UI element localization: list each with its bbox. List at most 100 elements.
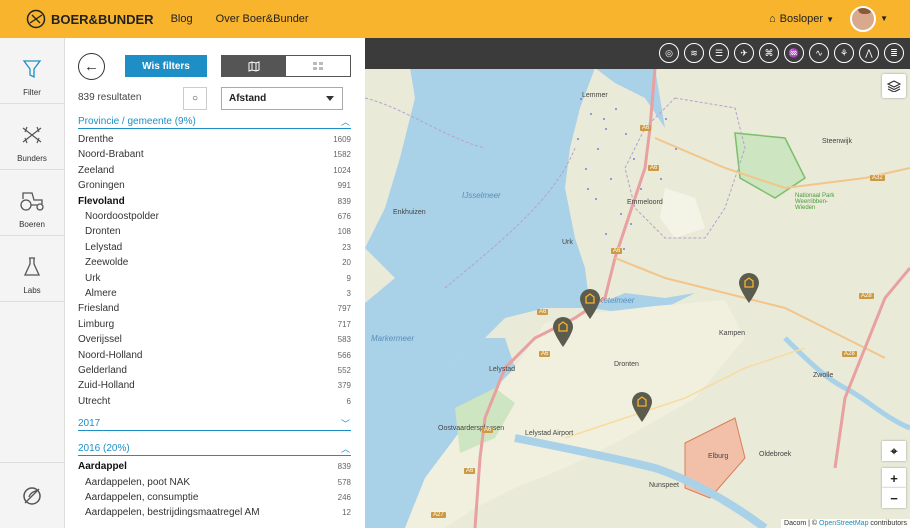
map-place-label: Lelystad Airport [525, 430, 574, 437]
map-view-button[interactable] [222, 56, 286, 76]
map[interactable]: ◎ ≋ ☰ ✈ ⌘ ♒ ∿ ⚘ ⋀ ≣ ⌖ + − Lemmer Steenwij… [365, 38, 910, 528]
back-button[interactable]: ← [78, 53, 105, 80]
map-place-label: IJsselmeer [462, 191, 501, 200]
layer-toggle-icon-8[interactable]: ⚘ [834, 43, 854, 63]
chevron-up-icon[interactable]: ︿ [341, 442, 350, 455]
map-place-label: Zwolle [813, 372, 834, 379]
filter-row[interactable]: Gelderland 552 [78, 365, 351, 380]
layer-toggle-icon-3[interactable]: ☰ [709, 43, 729, 63]
nav-boeren[interactable]: Boeren [0, 170, 64, 236]
filter-section-header[interactable]: 2017 ﹀ [78, 417, 351, 432]
map-place-label: Emmeloord [627, 199, 663, 206]
left-nav: Filter Bunders Boeren Labs [0, 38, 65, 528]
logo[interactable]: BOER&BUNDER [26, 9, 154, 29]
filter-row-count: 578 [337, 477, 351, 487]
filter-row-label: Drenthe [78, 134, 114, 145]
layer-toggle-icon-4[interactable]: ✈ [734, 43, 754, 63]
filter-row[interactable]: Noord-Holland 566 [78, 350, 351, 365]
user-name: Bosloper [779, 13, 824, 25]
layer-toggle-icon-1[interactable]: ◎ [659, 43, 679, 63]
filter-row[interactable]: Noord-Brabant 1582 [78, 149, 351, 164]
filter-row[interactable]: Zeewolde 20 [85, 257, 351, 272]
filter-row[interactable]: Flevoland 839 [78, 196, 351, 211]
filter-row[interactable]: Aardappel 839 [78, 461, 351, 476]
road-shield: A6 [648, 165, 660, 171]
filter-row-count: 9 [346, 273, 351, 283]
filter-row[interactable]: Friesland 797 [78, 303, 351, 318]
map-place-label: Ketelmeer [598, 296, 635, 305]
avatar[interactable] [850, 6, 876, 32]
filter-row[interactable]: Aardappelen, poot NAK 578 [85, 477, 351, 492]
grid-view-button[interactable] [286, 56, 350, 76]
nav-bottom[interactable] [0, 462, 64, 528]
nav-bunders-label: Bunders [17, 154, 47, 163]
layer-toggle-icon-10[interactable]: ≣ [884, 43, 904, 63]
filter-row-count: 23 [342, 242, 351, 252]
filter-row[interactable]: Drenthe 1609 [78, 134, 351, 149]
farm-marker-pin[interactable] [738, 272, 760, 304]
filter-row-label: Aardappelen, poot NAK [85, 476, 191, 488]
filter-row-label: Urk [85, 272, 101, 284]
user-menu[interactable]: ⌂ Bosloper ▼ ▼ [769, 6, 888, 32]
filter-row-count: 839 [337, 462, 351, 472]
filter-row[interactable]: Noordoostpolder 676 [85, 211, 351, 226]
filter-row[interactable]: Dronten 108 [85, 226, 351, 241]
filter-row-count: 246 [337, 493, 351, 502]
filter-section-header[interactable]: 2016 (20%) ︿ [78, 442, 351, 457]
filter-row[interactable]: Lelystad 23 [85, 242, 351, 257]
map-canvas[interactable] [365, 38, 910, 528]
sort-select[interactable]: Afstand [221, 87, 343, 110]
main-nav: Blog Over Boer&Bunder [154, 13, 309, 25]
map-place-label: Nationaal Park Weerribben-Wieden [795, 193, 835, 211]
filter-row-count: 1024 [333, 165, 351, 175]
farm-marker-pin[interactable] [631, 391, 653, 423]
filter-row-count: 20 [342, 258, 351, 268]
chevron-up-icon[interactable]: ︿ [341, 115, 350, 128]
filter-row[interactable]: Urk 9 [85, 273, 351, 288]
filter-row[interactable]: Zuid-Holland 379 [78, 380, 351, 395]
layer-toggle-icon-9[interactable]: ⋀ [859, 43, 879, 63]
nav-labs[interactable]: Labs [0, 236, 64, 302]
layer-toggle-icon-5[interactable]: ⌘ [759, 43, 779, 63]
filter-section-title: 2016 (20%) [78, 443, 130, 455]
layer-toggle-icon-6[interactable]: ♒ [784, 43, 804, 63]
layers-button[interactable] [882, 74, 906, 98]
filter-row[interactable]: Aardappelen, bestrijdingsmaatregel AM 12 [85, 507, 351, 522]
chevron-down-icon[interactable]: ﹀ [341, 417, 350, 430]
zoom-in-button[interactable]: + [882, 468, 906, 488]
farm-marker-pin[interactable] [552, 316, 574, 348]
filter-row[interactable]: Overijssel 583 [78, 334, 351, 349]
map-icon [248, 60, 260, 72]
filter-row[interactable]: Aardappelen, consumptie 246 [85, 492, 351, 507]
layer-toggle-icon-2[interactable]: ≋ [684, 43, 704, 63]
minus-icon: − [890, 490, 898, 506]
filter-row-label: Noordoostpolder [85, 211, 159, 222]
tractor-icon [20, 192, 44, 211]
clear-filters-button[interactable]: Wis filters [125, 55, 207, 77]
filter-row[interactable]: Limburg 717 [78, 319, 351, 334]
locate-button[interactable]: ⌖ [882, 441, 906, 461]
zoom-out-button[interactable]: − [882, 488, 906, 508]
sort-order-button[interactable]: ○ [183, 87, 207, 110]
avatar-chevron-down-icon[interactable]: ▼ [880, 14, 888, 23]
filter-row-label: Zuid-Holland [78, 380, 135, 392]
filter-row[interactable]: Zeeland 1024 [78, 165, 351, 180]
filter-section-header[interactable]: Provincie / gemeente (9%) ︿ [78, 116, 351, 129]
filter-row[interactable]: Almere 3 [85, 288, 351, 303]
filter-row-label: Lelystad [85, 241, 123, 253]
filter-row-count: 1609 [333, 135, 351, 144]
filter-row-count: 3 [346, 289, 351, 298]
farm-marker-pin[interactable] [579, 288, 601, 320]
osm-link[interactable]: OpenStreetMap [819, 520, 868, 527]
nav-filter[interactable]: Filter [0, 38, 64, 104]
nav-bunders[interactable]: Bunders [0, 104, 64, 170]
map-place-label: Markermeer [371, 334, 415, 343]
attribution-prefix: Dacom | © [784, 520, 818, 527]
nav-link-blog[interactable]: Blog [171, 13, 193, 25]
filter-row[interactable]: Groningen 991 [78, 180, 351, 195]
layer-toggle-icon-7[interactable]: ∿ [809, 43, 829, 63]
map-place-label: Steenwijk [822, 138, 852, 145]
map-place-label: Lelystad [489, 366, 516, 373]
filter-row[interactable]: Utrecht 6 [78, 396, 351, 411]
nav-link-over[interactable]: Over Boer&Bunder [216, 13, 309, 25]
